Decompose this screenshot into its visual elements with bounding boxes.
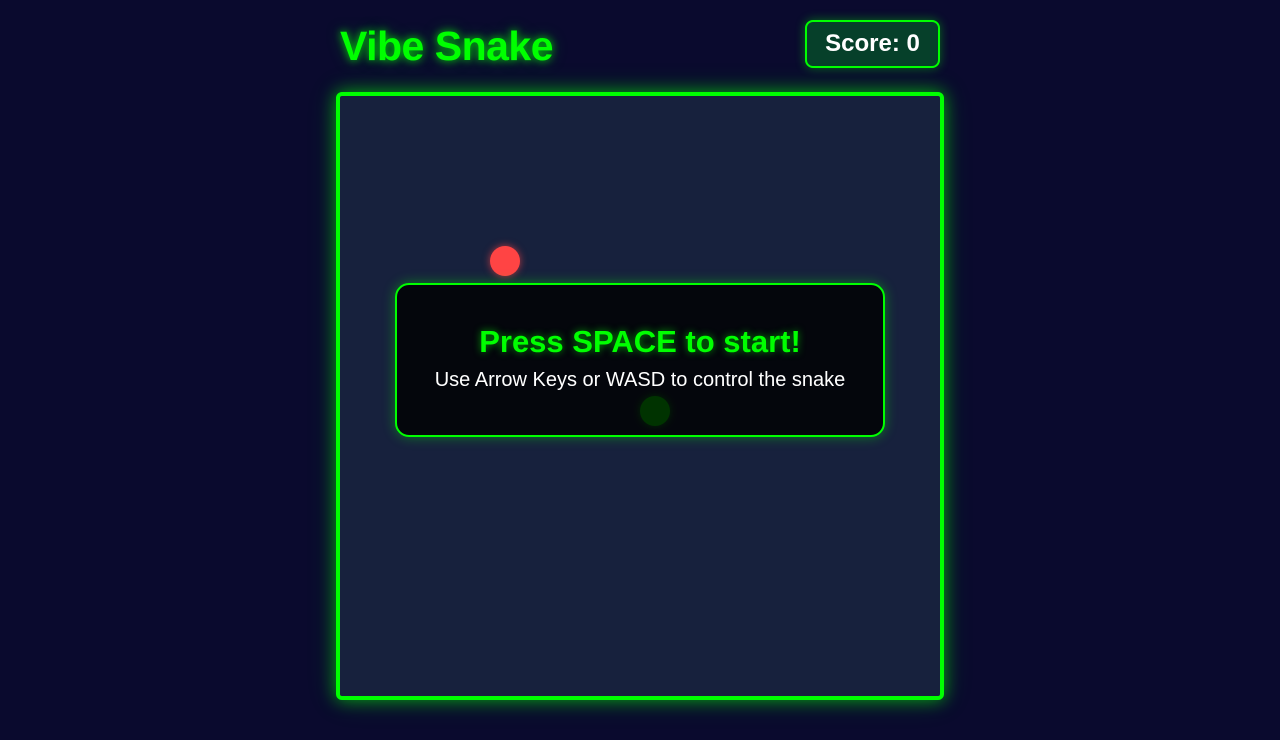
game-title: Vibe Snake — [340, 23, 554, 69]
start-overlay: Press SPACE to start! Use Arrow Keys or … — [395, 283, 885, 437]
game-header: Vibe Snake Score: 0 — [340, 20, 940, 72]
score-label: Score: — [825, 30, 900, 57]
score-value: 0 — [906, 30, 920, 57]
score-display: Score: 0 — [805, 20, 940, 68]
food-item — [490, 246, 520, 276]
game-board[interactable]: Press SPACE to start! Use Arrow Keys or … — [336, 92, 944, 700]
start-prompt: Press SPACE to start! — [479, 324, 801, 359]
controls-hint: Use Arrow Keys or WASD to control the sn… — [434, 369, 846, 391]
